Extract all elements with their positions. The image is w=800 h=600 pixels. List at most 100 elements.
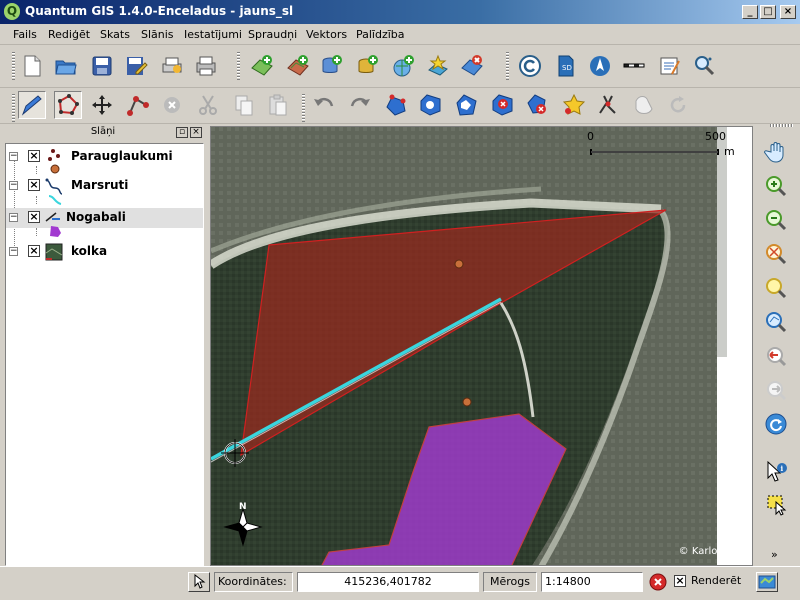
sample-plot-point[interactable]	[462, 397, 472, 407]
layers-tree[interactable]: − × Parauglaukumi − × Marsruti − × Nogab…	[5, 143, 204, 566]
copyright-label-button[interactable]	[516, 52, 544, 80]
toolbar-overflow-icon[interactable]: »	[771, 548, 778, 561]
merge-features-button[interactable]	[630, 91, 658, 119]
delete-ring-button[interactable]	[488, 91, 516, 119]
node-tool-button[interactable]	[124, 91, 152, 119]
delete-selected-button[interactable]	[158, 91, 186, 119]
map-canvas[interactable]: 0 500 m N © Karlo 2010	[210, 126, 753, 566]
layer-row-kolka[interactable]: − × kolka	[6, 242, 203, 262]
menu-fails[interactable]: Fails	[13, 28, 37, 41]
toolbar-grip[interactable]	[770, 124, 794, 127]
reshape-features-button[interactable]	[560, 91, 588, 119]
sample-plot-point[interactable]	[454, 259, 464, 269]
layer-visibility-checkbox[interactable]: ×	[28, 179, 40, 191]
identify-features-button[interactable]: i	[762, 458, 790, 486]
copy-features-button[interactable]	[230, 91, 258, 119]
pan-map-button[interactable]	[762, 138, 790, 166]
zoom-to-layer-button[interactable]	[762, 308, 790, 336]
menu-vektors[interactable]: Vektors	[306, 28, 347, 41]
scalebar-icon	[623, 63, 645, 68]
collapse-expander-icon[interactable]: −	[9, 213, 18, 222]
render-toggle[interactable]: × Renderēt	[672, 572, 752, 592]
new-project-button[interactable]	[18, 52, 46, 80]
layer-visibility-checkbox[interactable]: ×	[28, 150, 40, 162]
select-features-button[interactable]	[762, 490, 790, 518]
add-wms-layer-button[interactable]	[390, 52, 418, 80]
layer-visibility-checkbox[interactable]: ×	[28, 211, 40, 223]
menu-rediget[interactable]: Rediģēt	[48, 28, 90, 41]
svg-text:i: i	[781, 464, 784, 473]
close-panel-icon[interactable]: ×	[190, 127, 202, 138]
menu-slanis[interactable]: Slānis	[141, 28, 174, 41]
layer-row-marsruti[interactable]: − × Marsruti	[6, 176, 203, 196]
menu-skats[interactable]: Skats	[100, 28, 130, 41]
scale-bar-button[interactable]: SD	[552, 52, 580, 80]
move-feature-button[interactable]	[88, 91, 116, 119]
stop-render-button[interactable]	[648, 572, 668, 592]
maximize-button[interactable]: □	[760, 5, 776, 19]
save-as-button[interactable]	[122, 52, 150, 80]
cut-features-button[interactable]	[194, 91, 222, 119]
collapse-expander-icon[interactable]: −	[9, 181, 18, 190]
float-panel-icon[interactable]: ▫	[176, 127, 188, 138]
render-checkbox[interactable]: ×	[674, 575, 686, 587]
menu-spraudni[interactable]: Spraudņi	[248, 28, 297, 41]
projection-status-button[interactable]	[756, 572, 778, 592]
coordinate-capture-button[interactable]	[188, 572, 210, 592]
zoom-in-button[interactable]	[762, 172, 790, 200]
capture-polygon-button[interactable]	[54, 91, 82, 119]
toolbar-grip[interactable]	[12, 94, 15, 122]
toggle-editing-button[interactable]	[18, 91, 46, 119]
paste-features-button[interactable]	[264, 91, 292, 119]
split-features-button[interactable]	[594, 91, 622, 119]
refresh-button[interactable]	[762, 410, 790, 438]
scale-input[interactable]: 1:14800	[541, 572, 643, 592]
save-project-button[interactable]	[88, 52, 116, 80]
pencil-icon	[21, 95, 42, 116]
toolbar-grip[interactable]	[506, 52, 509, 80]
decoration-scalebar-button[interactable]	[620, 52, 648, 80]
print-composer-button[interactable]	[158, 52, 186, 80]
print-button[interactable]	[192, 52, 220, 80]
zoom-to-selection-button[interactable]	[762, 274, 790, 302]
toolbar-grip[interactable]	[237, 52, 240, 80]
layers-panel-title: Slāņi	[90, 126, 116, 137]
layer-name: Parauglaukumi	[71, 149, 173, 163]
annotation-button[interactable]	[656, 52, 684, 80]
toolbar-grip[interactable]	[12, 52, 15, 80]
north-arrow-button[interactable]	[586, 52, 614, 80]
menu-palidziba[interactable]: Palīdzība	[356, 28, 405, 41]
layer-visibility-checkbox[interactable]: ×	[28, 245, 40, 257]
undo-icon	[314, 97, 334, 107]
collapse-expander-icon[interactable]: −	[9, 152, 18, 161]
close-button[interactable]: ×	[780, 5, 796, 19]
delete-part-button[interactable]	[524, 91, 552, 119]
collapse-expander-icon[interactable]: −	[9, 247, 18, 256]
add-vector-layer-button[interactable]	[248, 52, 276, 80]
add-spatialite-layer-button[interactable]	[354, 52, 382, 80]
add-ring-button[interactable]	[416, 91, 444, 119]
search-button[interactable]	[690, 52, 718, 80]
add-postgis-layer-button[interactable]	[318, 52, 346, 80]
zoom-full-button[interactable]	[762, 240, 790, 268]
open-project-button[interactable]	[52, 52, 80, 80]
zoom-last-button[interactable]	[762, 342, 790, 370]
zoom-out-button[interactable]	[762, 206, 790, 234]
coordinates-value[interactable]: 415236,401782	[297, 572, 479, 592]
layer-row-parauglaukumi[interactable]: − × Parauglaukumi	[6, 147, 203, 167]
scale-label: Mērogs	[483, 572, 537, 592]
minimize-button[interactable]: _	[742, 5, 758, 19]
select-features-icon	[767, 495, 787, 516]
redo-button[interactable]	[346, 91, 374, 119]
rotate-labels-button[interactable]	[664, 91, 692, 119]
layer-row-nogabali[interactable]: − × Nogabali	[6, 208, 203, 228]
simplify-feature-button[interactable]	[382, 91, 410, 119]
add-raster-layer-button[interactable]	[284, 52, 312, 80]
remove-layer-button[interactable]	[458, 52, 486, 80]
zoom-next-button[interactable]	[762, 376, 790, 404]
undo-button[interactable]	[310, 91, 338, 119]
toolbar-grip[interactable]	[302, 94, 305, 122]
new-vector-layer-button[interactable]	[424, 52, 452, 80]
add-island-button[interactable]	[452, 91, 480, 119]
menu-iestatijumi[interactable]: Iestatījumi	[184, 28, 242, 41]
